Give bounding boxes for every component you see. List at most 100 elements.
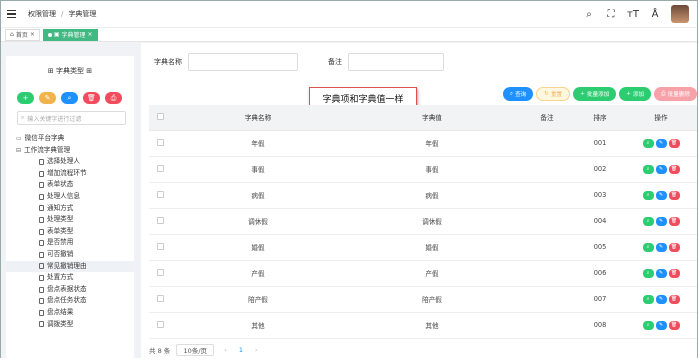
tree-node[interactable]: 选择处理人 (16, 156, 134, 168)
page-number[interactable]: 1 (239, 346, 243, 354)
select-all-checkbox[interactable] (156, 112, 164, 120)
row-checkbox[interactable] (156, 164, 164, 172)
table-row[interactable]: 陪产假 陪产假 007 ⌕ ✎ 🗑 (149, 286, 697, 313)
add-type-button[interactable]: + (17, 92, 34, 104)
tree-node[interactable]: 表单状态 (16, 179, 134, 191)
view-row-icon[interactable]: ⌕ (642, 138, 654, 148)
edit-row-icon[interactable]: ✎ (655, 268, 667, 278)
delete-row-icon[interactable]: 🗑 (668, 268, 680, 278)
row-checkbox[interactable] (156, 190, 164, 198)
table-row[interactable]: 产假 产假 006 ⌕ ✎ 🗑 (149, 260, 697, 287)
table-row[interactable]: 事假 事假 002 ⌕ ✎ 🗑 (149, 156, 697, 183)
language-icon[interactable]: Å (649, 9, 661, 20)
delete-row-icon[interactable]: 🗑 (668, 320, 680, 330)
cell-value: 产假 (345, 260, 519, 287)
tree-node-label: 选择处理人 (47, 157, 80, 166)
view-row-icon[interactable]: ⌕ (642, 190, 654, 200)
row-checkbox[interactable] (156, 242, 164, 250)
filter-input[interactable]: ⌕ 输入关键字进行过滤 (17, 111, 126, 125)
row-checkbox[interactable] (156, 216, 164, 224)
tree-node[interactable]: ▭ 微信平台字典 (16, 133, 134, 145)
tree-node[interactable]: ⊟ 工作流字典管理 (16, 145, 134, 157)
doc-icon: ▣ (53, 31, 60, 38)
cell-value: 婚假 (345, 234, 519, 261)
edit-type-button[interactable]: ✎ (39, 92, 56, 104)
batch-delete-button[interactable]: ⎙ 批量删除 (654, 87, 697, 101)
view-row-icon[interactable]: ⌕ (642, 320, 654, 330)
remark-input[interactable] (348, 53, 444, 71)
tree-node[interactable]: 处理类型 (16, 214, 134, 226)
view-type-button[interactable]: ⌕ (61, 92, 78, 104)
delete-row-icon[interactable]: 🗑 (668, 242, 680, 252)
action-label: 查询 (515, 92, 527, 98)
query-button[interactable]: ⌕ 查询 (502, 87, 534, 101)
next-page-button[interactable]: › (255, 346, 258, 354)
tree-node-label: 盘点表据状态 (47, 284, 87, 293)
action-label: 批量添加 (586, 92, 610, 98)
tab-dictionary[interactable]: ▣ 字典管理 × (42, 28, 98, 41)
col-order: 排序 (575, 105, 625, 131)
table-row[interactable]: 其他 其他 008 ⌕ ✎ 🗑 (149, 312, 697, 339)
row-checkbox[interactable] (156, 294, 164, 302)
tree-node[interactable]: 处理人信息 (16, 191, 134, 203)
edit-row-icon[interactable]: ✎ (655, 164, 667, 174)
menu-toggle-icon[interactable] (7, 10, 16, 18)
delete-row-icon[interactable]: 🗑 (668, 190, 680, 200)
tree-node[interactable]: 处置方式 (16, 272, 134, 284)
name-input[interactable] (188, 53, 298, 71)
view-row-icon[interactable]: ⌕ (642, 268, 654, 278)
breadcrumb-root[interactable]: 权限管理 (28, 10, 56, 18)
tree-node-label: 微信平台字典 (24, 134, 65, 142)
row-checkbox[interactable] (156, 138, 164, 146)
tree-node[interactable]: 表单类型 (16, 226, 134, 238)
close-icon[interactable]: × (30, 31, 35, 38)
fullscreen-icon[interactable]: ⛶ (605, 9, 617, 20)
edit-row-icon[interactable]: ✎ (655, 190, 667, 200)
edit-row-icon[interactable]: ✎ (655, 216, 667, 226)
batch-add-button[interactable]: + 批量添加 (573, 87, 617, 101)
avatar[interactable] (671, 5, 689, 23)
cell-order: 002 (575, 156, 625, 183)
table-row[interactable]: 调休假 调休假 004 ⌕ ✎ 🗑 (149, 208, 697, 235)
row-checkbox[interactable] (156, 320, 164, 328)
font-size-icon[interactable]: тT (627, 9, 639, 20)
tree-node[interactable]: 增加流程环节 (16, 168, 134, 180)
table-row[interactable]: 婚假 婚假 005 ⌕ ✎ 🗑 (149, 234, 697, 261)
tree-node[interactable]: 调拨类型 (16, 319, 134, 331)
reset-button[interactable]: ↻ 重置 (536, 87, 571, 101)
tree-node[interactable]: 是否禁用 (16, 237, 134, 249)
edit-row-icon[interactable]: ✎ (655, 320, 667, 330)
delete-row-icon[interactable]: 🗑 (668, 216, 680, 226)
add-button[interactable]: + 添加 (619, 87, 652, 101)
file-icon (39, 216, 44, 223)
prev-page-button[interactable]: ‹ (224, 346, 227, 354)
view-row-icon[interactable]: ⌕ (642, 242, 654, 252)
delete-row-icon[interactable]: 🗑 (668, 164, 680, 174)
view-row-icon[interactable]: ⌕ (642, 164, 654, 174)
delete-type-button[interactable]: 🗑 (83, 92, 100, 104)
search-icon[interactable]: ⌕ (583, 9, 595, 20)
tree-node[interactable]: 通知方式 (16, 203, 134, 215)
row-checkbox[interactable] (156, 268, 164, 276)
tree-node[interactable]: 盘点任务状态 (16, 295, 134, 307)
table-row[interactable]: 年假 年假 001 ⌕ ✎ 🗑 (149, 130, 697, 157)
tree-node[interactable]: 常见撤销理由 (6, 260, 134, 273)
tab-home[interactable]: ⌂ 首页 × (5, 28, 40, 41)
delete-row-icon[interactable]: 🗑 (668, 138, 680, 148)
tree-node[interactable]: 可否撤销 (16, 249, 134, 261)
file-icon (39, 298, 44, 305)
tree-node[interactable]: 盘点结果 (16, 307, 134, 319)
cell-remark (519, 182, 575, 209)
edit-row-icon[interactable]: ✎ (655, 138, 667, 148)
cell-name: 其他 (171, 312, 345, 339)
delete-row-icon[interactable]: 🗑 (668, 294, 680, 304)
table-row[interactable]: 病假 病假 003 ⌕ ✎ 🗑 (149, 182, 697, 209)
view-row-icon[interactable]: ⌕ (642, 216, 654, 226)
tree-node[interactable]: 盘点表据状态 (16, 284, 134, 296)
edit-row-icon[interactable]: ✎ (655, 294, 667, 304)
page-size-select[interactable]: 10条/页 (176, 344, 215, 356)
close-icon[interactable]: × (88, 31, 93, 38)
edit-row-icon[interactable]: ✎ (655, 242, 667, 252)
export-type-button[interactable]: ⎙ (105, 92, 122, 104)
view-row-icon[interactable]: ⌕ (642, 294, 654, 304)
